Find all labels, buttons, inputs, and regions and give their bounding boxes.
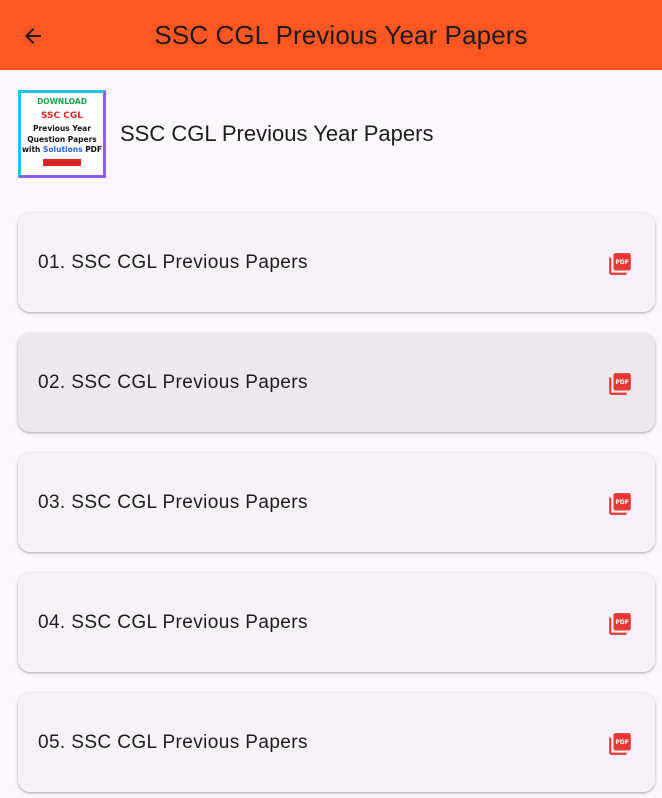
cover-thumbnail: DOWNLOAD SSC CGL Previous Year Question …: [18, 90, 106, 178]
thumbnail-line-5-prefix: with: [21, 145, 43, 155]
thumbnail-line-5-highlight: Solutions: [43, 145, 83, 155]
page-title: SSC CGL Previous Year Papers: [154, 19, 528, 50]
svg-text:PDF: PDF: [615, 379, 629, 386]
thumbnail-line-3: Previous Year: [33, 123, 91, 133]
header-row: DOWNLOAD SSC CGL Previous Year Question …: [18, 90, 644, 178]
list-item-label: 03. SSC CGL Previous Papers: [38, 491, 308, 513]
app-bar: SSC CGL Previous Year Papers: [0, 0, 662, 70]
pdf-icon: PDF: [609, 373, 631, 395]
header-title: SSC CGL Previous Year Papers: [120, 121, 434, 146]
svg-text:PDF: PDF: [615, 739, 629, 746]
thumbnail-banner: [43, 158, 81, 167]
list-item[interactable]: 03. SSC CGL Previous Papers PDF: [18, 453, 655, 552]
list-item[interactable]: 02. SSC CGL Previous Papers PDF: [18, 333, 655, 432]
svg-text:PDF: PDF: [615, 259, 629, 266]
thumbnail-line-5-suffix: PDF: [82, 145, 103, 155]
thumbnail-line-1: DOWNLOAD: [37, 97, 87, 106]
list-item[interactable]: 04. SSC CGL Previous Papers PDF: [18, 573, 655, 672]
pdf-icon: PDF: [609, 733, 631, 755]
thumbnail-line-5: with Solutions PDF: [21, 145, 103, 155]
svg-text:PDF: PDF: [615, 619, 629, 626]
list-item[interactable]: 05. SSC CGL Previous Papers PDF: [18, 693, 655, 792]
pdf-icon: PDF: [609, 253, 631, 275]
list-item-label: 02. SSC CGL Previous Papers: [38, 371, 308, 393]
svg-text:PDF: PDF: [615, 499, 629, 506]
list-item-label: 05. SSC CGL Previous Papers: [38, 731, 308, 753]
pdf-icon: PDF: [609, 493, 631, 515]
list-item-label: 04. SSC CGL Previous Papers: [38, 611, 308, 633]
list-item[interactable]: 01. SSC CGL Previous Papers PDF: [18, 213, 655, 312]
thumbnail-line-2: SSC CGL: [40, 110, 84, 121]
pdf-icon: PDF: [609, 613, 631, 635]
thumbnail-line-4: Question Papers: [27, 134, 97, 144]
list-item-label: 01. SSC CGL Previous Papers: [38, 251, 308, 273]
